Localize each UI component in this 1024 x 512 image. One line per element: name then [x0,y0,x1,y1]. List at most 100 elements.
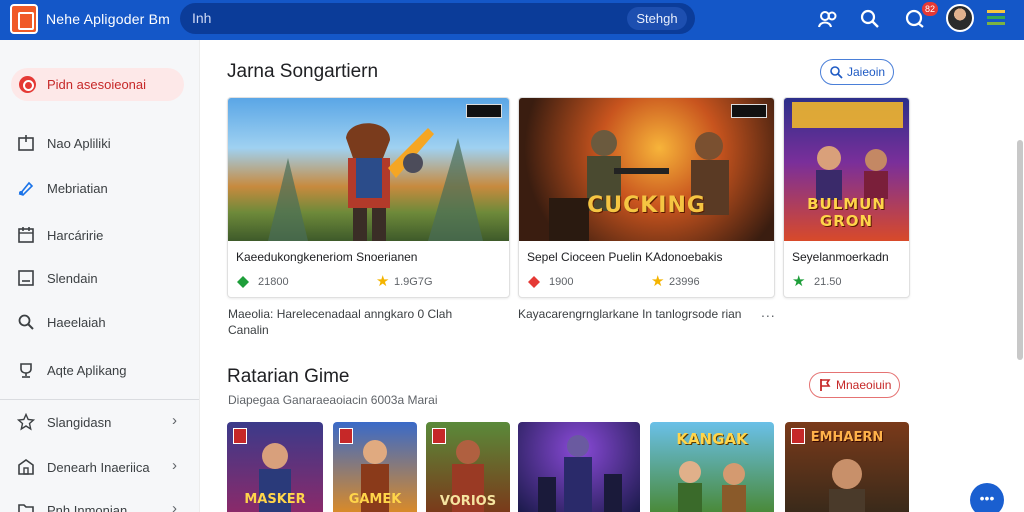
sidebar-item-store[interactable]: Denearh Inaeriica › [0,452,199,482]
card-caption: Kaeedukongkeneriom Snoerianen [236,250,418,264]
tile-title: EMHAERN [810,430,884,445]
app-logo[interactable] [10,4,38,34]
sidebar-item-calendar[interactable]: Harcáririe [0,220,199,250]
card-description: Maeolia: Harelecenadaal anngkaro 0 Clah … [228,307,453,337]
game-card[interactable]: CUCKING Sepel Cioceen Puelin KAdonoebaki… [518,97,775,298]
game-art [228,98,509,241]
game-tile[interactable]: EMHAERN [785,422,909,512]
card-meta: 1900 ★ 23996 [527,273,774,290]
tile-tag [233,428,247,444]
tile-tag [432,428,446,444]
more-fab-button[interactable]: ••• [970,483,1004,512]
chevron-right-icon: › [172,412,177,429]
tile-title: MASKER [244,492,306,507]
card-stat-downloads: 1900 [549,276,574,288]
discover-icon [19,76,36,93]
search-button[interactable]: Stehgh [627,7,687,30]
section-title: Ratarian Gime [227,366,350,387]
notification-badge: 82 [922,2,939,16]
star-icon: ★ [651,273,665,290]
store-icon [18,459,34,475]
main-content: Jarna Songartiern Jaieoin Kaeedukongkene… [200,40,1024,512]
card-stat-rating: 1.9G7G [394,276,433,288]
layout-icon [18,270,34,286]
tile-tag [339,428,353,444]
game-art-title: BULMUN GRON [807,195,886,230]
chevron-right-icon: › [172,500,177,512]
card-stat-downloads: 21800 [258,276,289,288]
game-tile-art [538,435,622,512]
publisher-tag [466,104,502,118]
game-art-figure [268,123,483,241]
button-label: Jaieoin [847,65,886,79]
sidebar-item-trophy[interactable]: Aqte Aplikang [0,355,199,385]
tile-title: VORIOS [439,494,497,509]
section-action-button[interactable]: Jaieoin [820,59,895,85]
sidebar-item-active[interactable]: Pidn asesoieonai [11,68,184,101]
sidebar-item-label: Haeelaiah [47,315,106,330]
sidebar-item-games[interactable]: Nao Apliliki [0,128,199,158]
star-icon: ★ [792,273,806,290]
search-input[interactable]: Inh [192,10,211,26]
search-icon [830,66,843,79]
game-art: BULMUN GRON [784,98,909,241]
card-stat-downloads: 21.50 [814,276,842,288]
game-art-title: CUCKING [587,193,706,218]
calendar-icon [18,227,34,243]
more-icon: ••• [979,490,995,506]
tile-title: GAMEK [348,492,402,507]
tile-title: KANGAK [676,430,748,448]
sidebar-item-layout[interactable]: Slendain [0,263,199,293]
sidebar-item-star[interactable]: Slangidasn › [0,407,199,437]
game-tile[interactable]: GAMEK [333,422,417,512]
sidebar-item-search[interactable]: Haeelaiah [0,307,199,337]
game-tile[interactable]: KANGAK [650,422,774,512]
sidebar-item-label: Denearh Inaeriica [47,460,150,475]
scrollbar[interactable] [1017,140,1023,360]
sidebar-item-label: Slangidasn [47,415,112,430]
top-bar: Nehe Apligoder Bm Inh Stehgh 82 [0,0,1024,40]
rank-badge-icon [237,276,249,288]
app-title: Nehe Apligoder Bm [46,11,171,27]
sidebar-item-label: Nao Apliliki [47,136,111,151]
avatar[interactable] [946,4,974,32]
flag-icon [820,379,831,391]
sidebar-item-label: Pnh Inmonian [47,503,128,512]
more-button[interactable]: ... [761,304,776,320]
card-description: Kayacarengrnglarkane In tanlogrsode rian [518,307,742,321]
game-card[interactable]: BULMUN GRON Seyelanmoerkadn ★ 21.50 [783,97,910,298]
section-title: Jarna Songartiern [227,61,379,82]
card-caption: Sepel Cioceen Puelin KAdonoebakis [527,250,723,264]
search-icon[interactable] [859,8,881,30]
folder-icon [18,504,34,512]
sidebar-item-label: Aqte Aplikang [47,363,127,378]
card-meta: ★ 21.50 [792,273,909,290]
game-art-figure [549,130,729,241]
search-bar[interactable]: Inh Stehgh [180,3,695,34]
apps-icon[interactable] [986,8,1006,28]
section-action-button[interactable]: Mnaeoiuin [809,372,901,398]
card-meta: 21800 ★ 1.9G7G [236,273,509,290]
sidebar: Pidn asesoieonai Nao Apliliki Mebriatian… [0,40,200,512]
sidebar-item-label: Slendain [47,271,98,286]
card-stat-rating: 23996 [669,276,700,288]
game-tile[interactable] [518,422,640,512]
card-caption: Seyelanmoerkadn [792,250,889,264]
star-icon: ★ [376,273,390,290]
sidebar-item-brush[interactable]: Mebriatian [0,173,199,203]
section-subtitle: Diapegaa Ganaraeaoiacin 6003a Marai [228,393,438,407]
games-icon [18,135,34,151]
search-icon [18,314,34,330]
sidebar-item-label: Harcáririe [47,228,104,243]
chevron-right-icon: › [172,457,177,474]
game-tile[interactable]: VORIOS [426,422,510,512]
sidebar-item-folder[interactable]: Pnh Inmonian › [0,495,199,512]
game-card[interactable]: Kaeedukongkeneriom Snoerianen 21800 ★ 1.… [227,97,510,298]
publisher-tag [731,104,767,118]
sidebar-item-label: Pidn asesoieonai [47,77,147,92]
rank-badge-icon [528,276,540,288]
game-tile[interactable]: MASKER [227,422,323,512]
game-art: CUCKING [519,98,774,241]
button-label: Mnaeoiuin [836,378,892,392]
people-icon[interactable] [817,8,839,30]
